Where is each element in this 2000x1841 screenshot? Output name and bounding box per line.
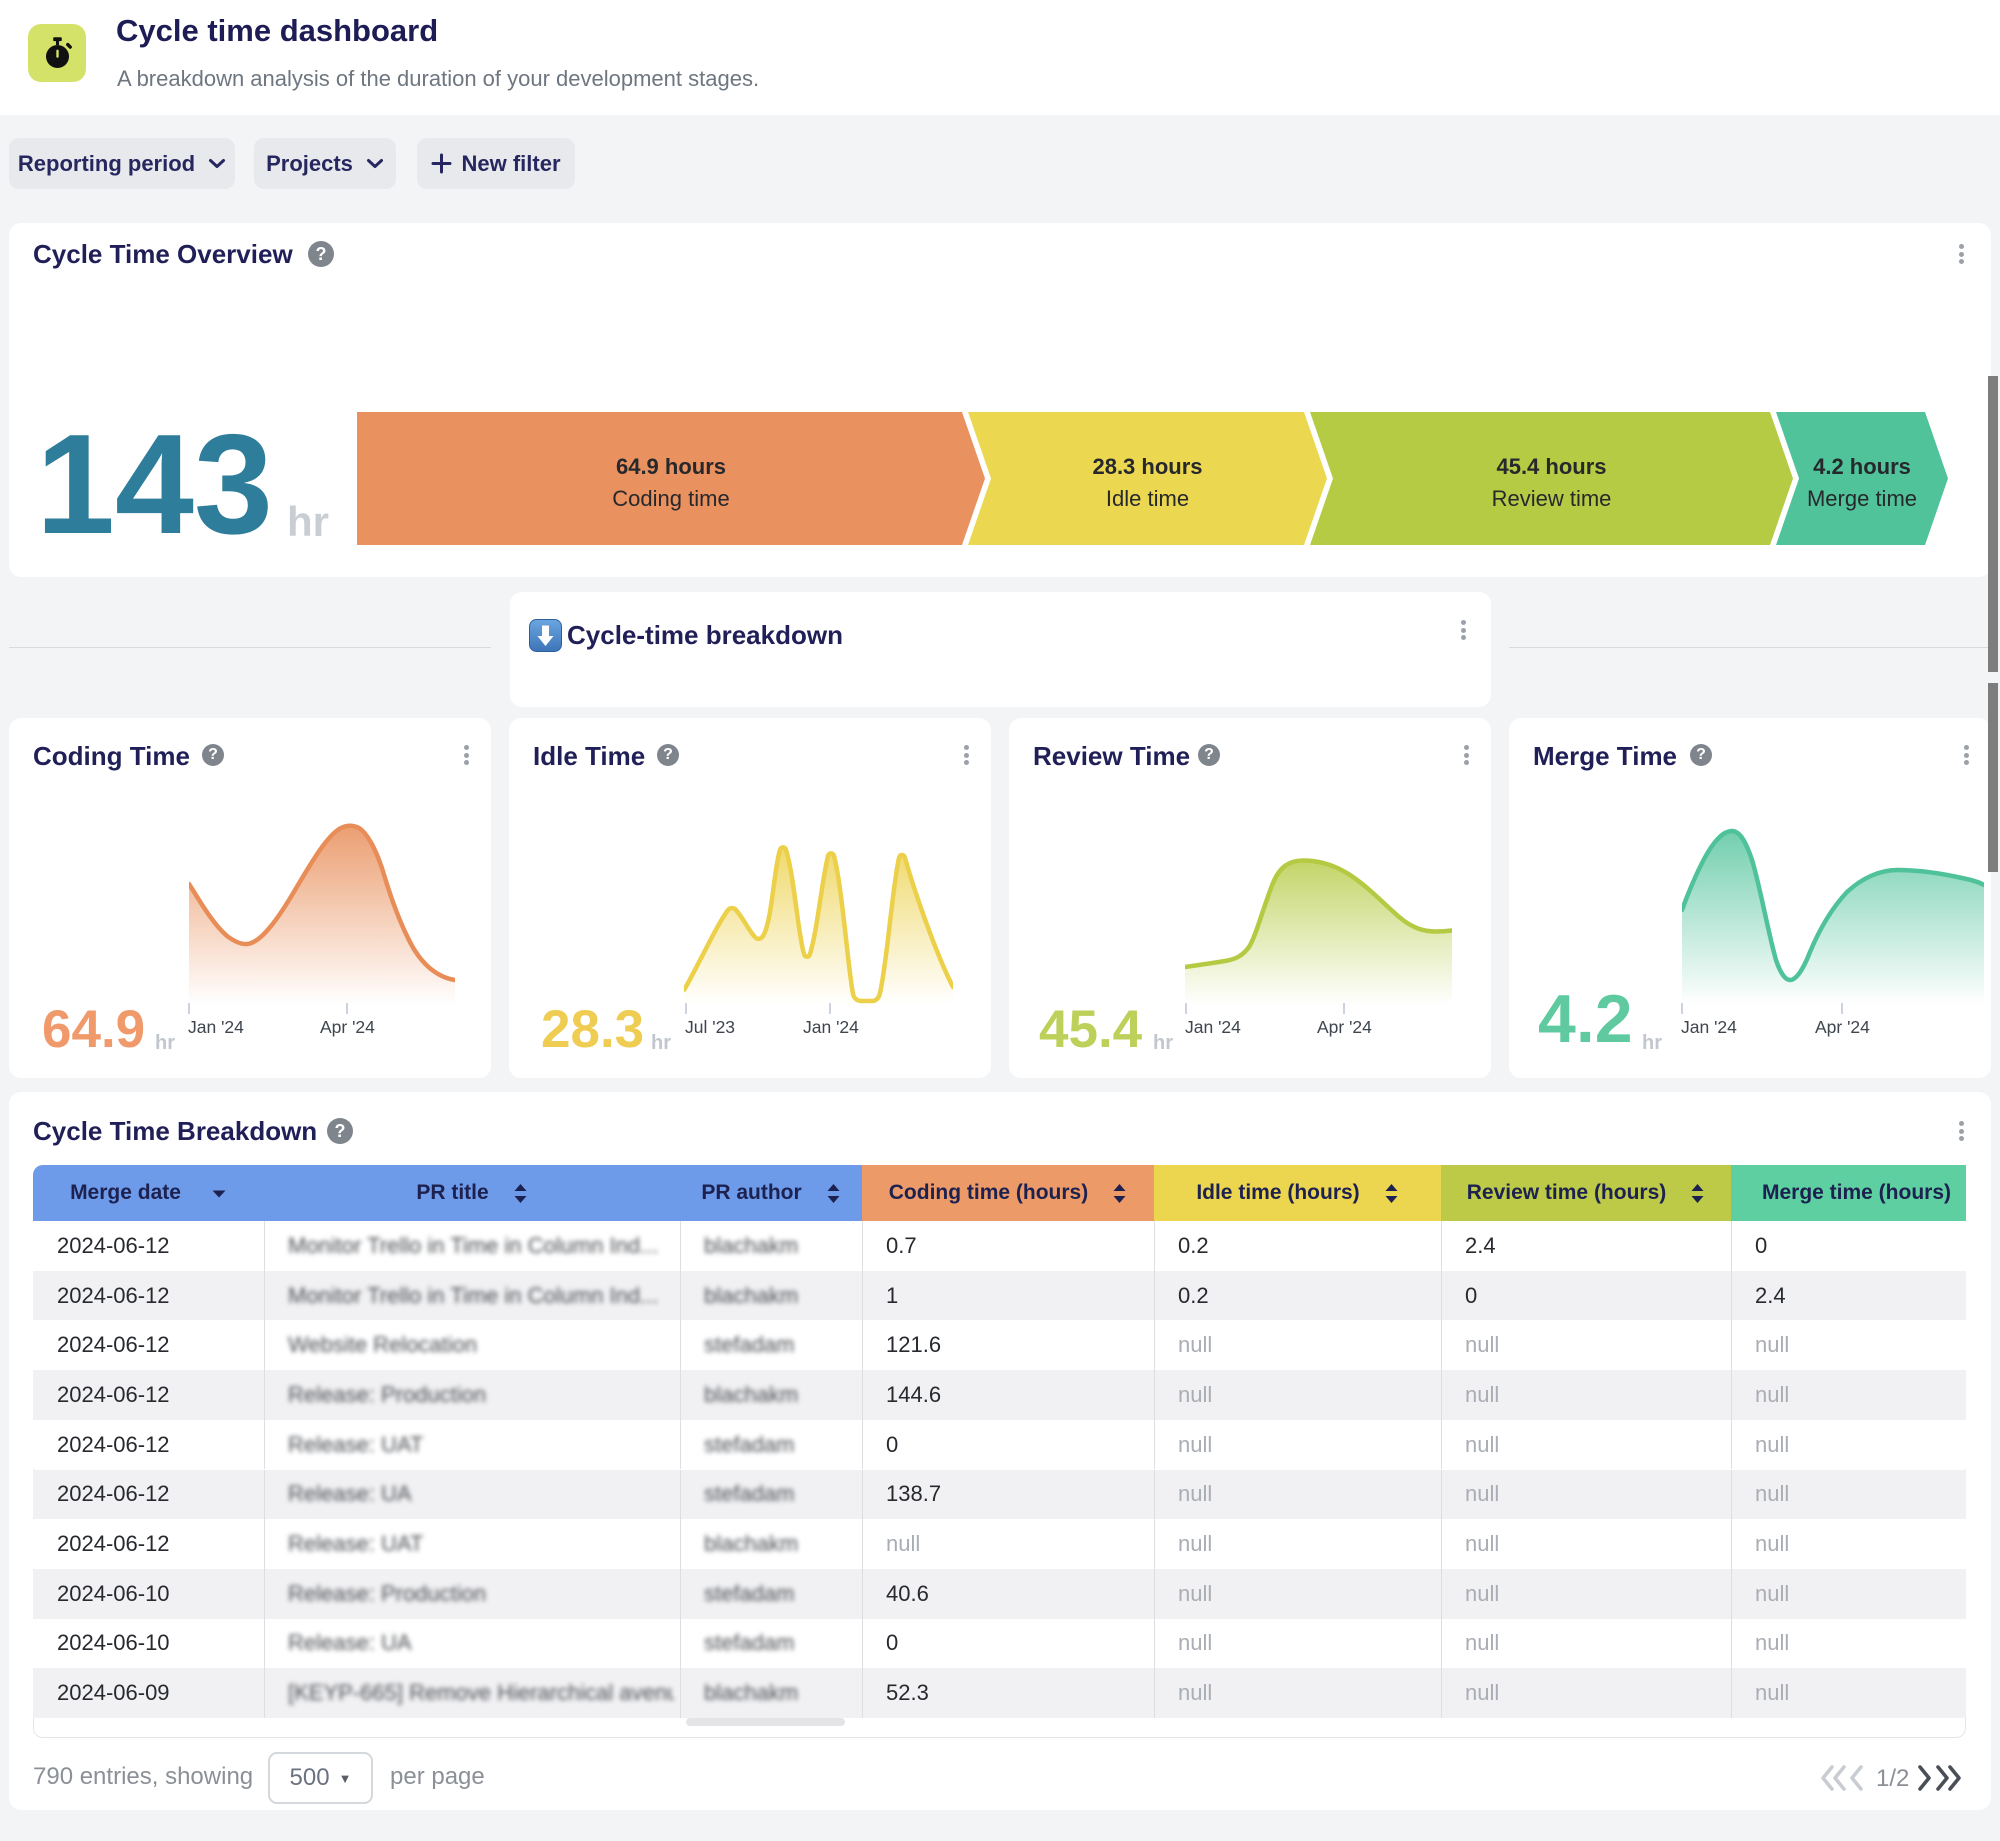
- svg-text:1/2: 1/2: [1876, 1765, 1909, 1792]
